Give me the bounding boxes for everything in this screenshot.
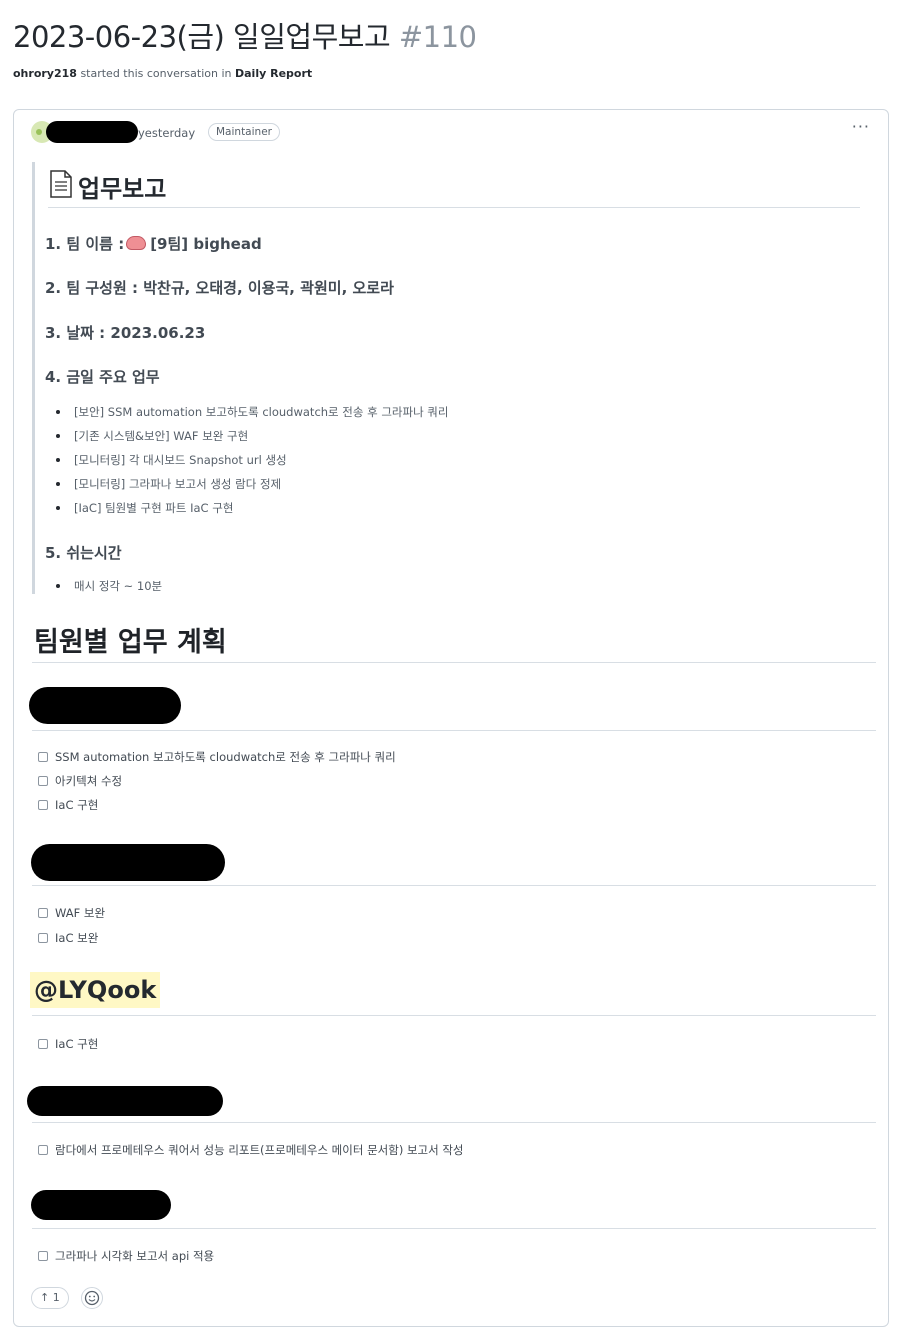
break-heading: 5. 쉬는시간 (45, 544, 122, 562)
team-name-value: [9팀] bighead (150, 235, 262, 253)
list-item: [모니터링] 그라파나 보고서 생성 람다 정제 (54, 472, 448, 496)
task-label: WAF 보완 (55, 906, 106, 920)
task-item: IaC 구현 (38, 796, 98, 814)
task-checkbox[interactable] (38, 1251, 48, 1261)
task-checkbox[interactable] (38, 776, 48, 786)
main-task-list: [보안] SSM automation 보고하도록 cloudwatch로 전송… (54, 400, 448, 520)
discussion-title: 2023-06-23(금) 일일업무보고 #110 (13, 14, 477, 56)
plan-title: 팀원별 업무 계획 (34, 627, 227, 658)
arrow-up-icon: ↑ (40, 1291, 50, 1304)
document-icon (50, 170, 72, 198)
redacted-member-heading (29, 687, 181, 724)
task-checkbox[interactable] (38, 1145, 48, 1155)
task-item: 그라파나 시각화 보고서 api 적용 (38, 1247, 214, 1265)
redacted-author-name (46, 121, 138, 143)
team-name-label: 1. 팀 이름 : (45, 235, 125, 253)
list-item: [모니터링] 각 대시보드 Snapshot url 생성 (54, 448, 448, 472)
reaction-count: 1 (52, 1291, 60, 1304)
list-item: 매시 정각 ~ 10분 (54, 574, 162, 598)
divider (32, 1122, 876, 1123)
task-label: 아키텍쳐 수정 (55, 774, 123, 788)
divider (32, 885, 876, 886)
task-checkbox[interactable] (38, 933, 48, 943)
started-text: started this conversation in (80, 67, 232, 80)
task-checkbox[interactable] (38, 800, 48, 810)
task-item: 아키텍쳐 수정 (38, 772, 122, 790)
team-members-item: 2. 팀 구성원 : 박찬규, 오태경, 이용국, 곽원미, 오로라 (45, 279, 394, 297)
date-item: 3. 날짜 : 2023.06.23 (45, 324, 206, 342)
kebab-menu-icon[interactable]: ··· (852, 117, 870, 136)
brain-icon (126, 236, 147, 250)
discussion-comment: yesterday Maintainer ··· 업무보고 1. 팀 이름 : [… (13, 109, 889, 1327)
category-link[interactable]: Daily Report (235, 67, 312, 80)
task-label: SSM automation 보고하도록 cloudwatch로 전송 후 그라… (55, 750, 396, 764)
report-heading: 업무보고 (48, 165, 860, 208)
redacted-member-heading (27, 1086, 223, 1116)
task-item: SSM automation 보고하도록 cloudwatch로 전송 후 그라… (38, 748, 396, 766)
task-item: WAF 보완 (38, 904, 105, 922)
task-checkbox[interactable] (38, 752, 48, 762)
discussion-number: #110 (398, 20, 477, 54)
add-reaction-button[interactable] (81, 1287, 103, 1309)
task-checkbox[interactable] (38, 908, 48, 918)
task-label: IaC 보완 (55, 931, 99, 945)
task-label: IaC 구현 (55, 798, 99, 812)
task-label: 그라파나 시각화 보고서 api 적용 (55, 1249, 215, 1263)
report-title: 업무보고 (78, 175, 167, 203)
discussion-title-text: 2023-06-23(금) 일일업무보고 (13, 20, 391, 54)
divider (32, 730, 876, 731)
divider (32, 1015, 876, 1016)
author-link[interactable]: ohrory218 (13, 67, 77, 80)
list-item: [IaC] 팀원별 구현 파트 IaC 구현 (54, 496, 448, 520)
plan-heading: 팀원별 업무 계획 (32, 616, 876, 663)
smiley-icon (84, 1290, 100, 1306)
task-label: IaC 구현 (55, 1037, 99, 1051)
maintainer-badge: Maintainer (208, 123, 280, 141)
task-checkbox[interactable] (38, 1039, 48, 1049)
list-item: [기존 시스템&보안] WAF 보완 구현 (54, 424, 448, 448)
task-item: IaC 구현 (38, 1035, 98, 1053)
break-list: 매시 정각 ~ 10분 (54, 574, 162, 598)
upvote-reaction-button[interactable]: ↑ 1 (31, 1287, 69, 1309)
task-item: IaC 보완 (38, 929, 98, 947)
redacted-member-heading (31, 1190, 171, 1220)
task-item: 람다에서 프로메테우스 쿼어서 성능 리포트(프로메테우스 메이터 문서함) 보… (38, 1141, 464, 1159)
team-name-item: 1. 팀 이름 : [9팀] bighead (45, 233, 262, 254)
divider (32, 1228, 876, 1229)
comment-time[interactable]: yesterday (138, 126, 195, 140)
redacted-member-heading (31, 844, 225, 881)
main-tasks-heading: 4. 금일 주요 업무 (45, 368, 160, 386)
task-label: 람다에서 프로메테우스 쿼어서 성능 리포트(프로메테우스 메이터 문서함) 보… (55, 1143, 464, 1157)
list-item: [보안] SSM automation 보고하도록 cloudwatch로 전송… (54, 400, 448, 424)
discussion-meta: ohrory218 started this conversation in D… (13, 67, 312, 80)
member-mention[interactable]: @LYQook (30, 972, 161, 1008)
blockquote-bar (32, 162, 35, 594)
